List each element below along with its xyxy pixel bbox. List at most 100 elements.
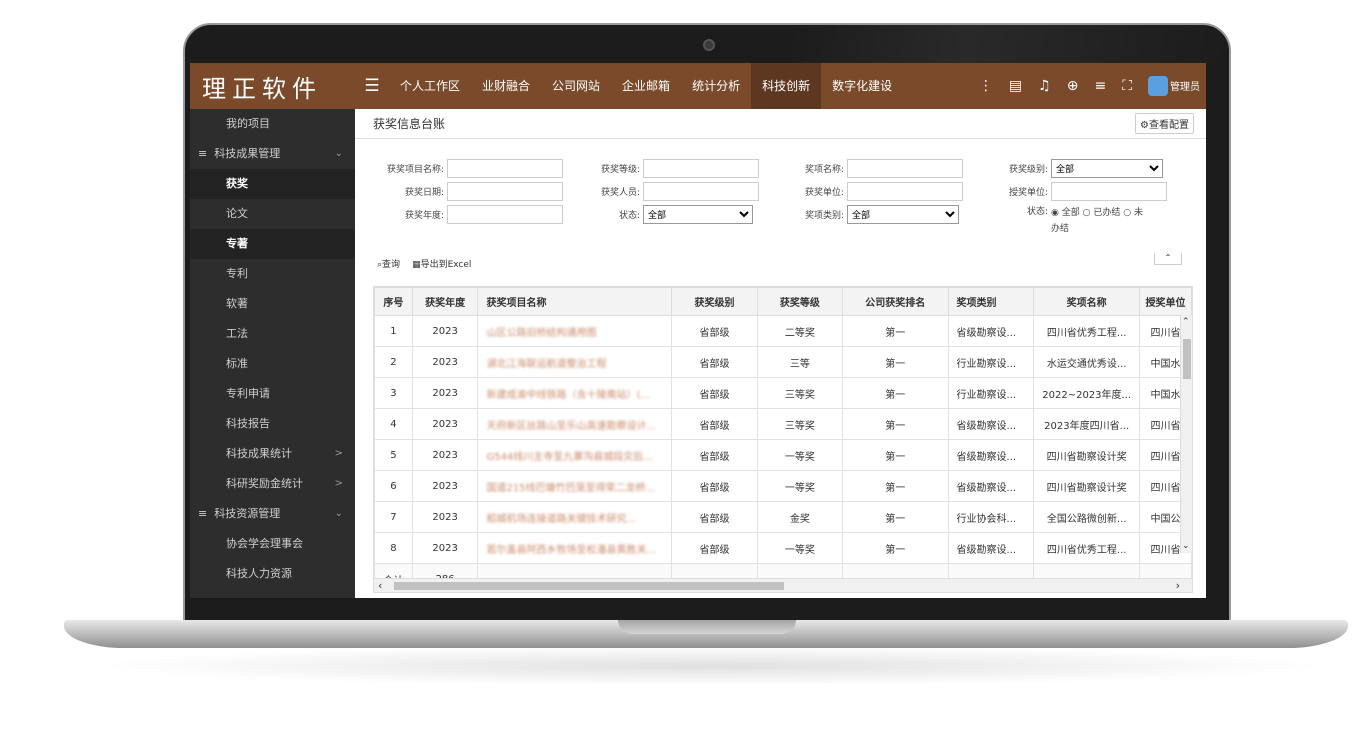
radio-done[interactable]: ○ 已办结 bbox=[1083, 208, 1121, 218]
radio-all[interactable]: ◉ 全部 bbox=[1051, 208, 1080, 218]
table-row[interactable]: 3 2023 新建成渝中线铁路（含十陵南站）(... 省部级 三等奖 第一 行业勘察设...… bbox=[374, 377, 1192, 409]
table-cell: 2023 bbox=[411, 470, 479, 502]
scroll-down-icon[interactable]: ⌄ bbox=[1182, 541, 1190, 551]
scroll-thumb[interactable] bbox=[394, 582, 784, 590]
award-year-input[interactable] bbox=[447, 205, 563, 224]
table-cell[interactable]: 国道215线巴塘竹巴笼至得荣二龙桥... bbox=[477, 470, 673, 502]
scroll-right-icon[interactable]: › bbox=[1176, 579, 1180, 592]
award-date-input[interactable] bbox=[447, 182, 563, 201]
table-cell: 省部级 bbox=[671, 346, 758, 378]
collapse-filters-button[interactable]: ⌃ bbox=[1154, 253, 1182, 265]
more-vertical-icon[interactable]: ⋮ bbox=[979, 78, 993, 94]
sidebar-item-achievement-stats[interactable]: 科技成果统计 > bbox=[190, 439, 355, 469]
table-cell: 省部级 bbox=[671, 408, 758, 440]
sidebar-item-monographs[interactable]: 专著 bbox=[190, 229, 355, 259]
table-cell[interactable]: 天府新区丝路山至乐山高速勘察设计... bbox=[477, 408, 673, 440]
table-row[interactable]: 5 2023 G544线川主寺至九寨沟县城段灾后... 省部级 一等奖 第一 省级勘察设..… bbox=[374, 439, 1192, 471]
table-row[interactable]: 6 2023 国道215线巴塘竹巴笼至得荣二龙桥... 省部级 一等奖 第一 省级勘察设..… bbox=[374, 470, 1192, 502]
award-category-select[interactable]: 全部 bbox=[847, 205, 959, 224]
table-cell[interactable]: 新建成渝中线铁路（含十陵南站）(... bbox=[477, 377, 673, 409]
table-row[interactable]: 7 2023 稻城机场连接道路关键技术研究... 省部级 金奖 第一 行业协会科... 全国公… bbox=[374, 501, 1192, 533]
column-header[interactable]: 公司获奖排名 bbox=[842, 287, 949, 316]
hamburger-icon[interactable]: ☰ bbox=[355, 76, 389, 96]
excel-icon: ▦ bbox=[412, 260, 421, 270]
horizontal-scrollbar[interactable]: ‹ › bbox=[374, 578, 1192, 592]
nav-item-mail[interactable]: 企业邮箱 bbox=[611, 63, 681, 109]
data-table: 序号 获奖年度 获奖项目名称 获奖级别 获奖等级 公司获奖排名 奖项类别 奖项名… bbox=[374, 287, 1192, 592]
project-name-input[interactable] bbox=[447, 159, 563, 178]
sidebar-group-achievements[interactable]: ≡ 科技成果管理 ⌄ bbox=[190, 139, 355, 169]
status-select[interactable]: 全部 bbox=[643, 205, 753, 224]
label: 获奖级别: bbox=[1008, 165, 1048, 175]
nav-item-finance[interactable]: 业财融合 bbox=[471, 63, 541, 109]
sidebar-item-standards[interactable]: 标准 bbox=[190, 349, 355, 379]
table-cell: 第一 bbox=[842, 501, 949, 533]
sidebar-group-label: 科技资源管理 bbox=[214, 507, 281, 520]
sidebar-item-software[interactable]: 软著 bbox=[190, 289, 355, 319]
table-row[interactable]: 1 2023 山区公路旧桥结构通用图 省部级 二等奖 第一 省级勘察设... 四川省优秀工程.… bbox=[374, 315, 1192, 347]
nav-item-stats[interactable]: 统计分析 bbox=[681, 63, 751, 109]
sidebar-item-reward-stats[interactable]: 科研奖励金统计 > bbox=[190, 469, 355, 499]
table-cell[interactable]: 稻城机场连接道路关键技术研究... bbox=[477, 501, 673, 533]
table-row[interactable]: 8 2023 若尔盖县阿西乡牧场至松潘县黄胜关... 省部级 一等奖 第一 省级勘察设...… bbox=[374, 532, 1192, 564]
sidebar-item-awards[interactable]: 获奖 bbox=[190, 169, 355, 199]
column-header[interactable]: 授奖单位 bbox=[1139, 287, 1192, 316]
sidebar-item-patents[interactable]: 专利 bbox=[190, 259, 355, 289]
sidebar-item-associations[interactable]: 协会学会理事会 bbox=[190, 529, 355, 559]
award-org-input[interactable] bbox=[847, 182, 963, 201]
sidebar-item-reports[interactable]: 科技报告 bbox=[190, 409, 355, 439]
scroll-left-icon[interactable]: ‹ bbox=[378, 579, 382, 592]
bell-icon[interactable]: ♫ bbox=[1038, 78, 1051, 94]
fullscreen-icon[interactable]: ⛶ bbox=[1122, 78, 1132, 94]
table-cell: 第一 bbox=[842, 315, 949, 347]
query-button[interactable]: ⌕查询 bbox=[377, 257, 400, 270]
table-cell[interactable]: 湖北江海联运航道整治工程 bbox=[477, 346, 673, 378]
column-header[interactable]: 获奖项目名称 bbox=[477, 287, 673, 316]
table-row[interactable]: 2 2023 湖北江海联运航道整治工程 省部级 三等 第一 行业勘察设... 水运交通优秀设.… bbox=[374, 346, 1192, 378]
column-header[interactable]: 序号 bbox=[374, 287, 413, 316]
column-header[interactable]: 奖项名称 bbox=[1033, 287, 1141, 316]
scroll-thumb[interactable] bbox=[1183, 339, 1191, 379]
table-row[interactable]: 4 2023 天府新区丝路山至乐山高速勘察设计... 省部级 三等奖 第一 省级勘察设...… bbox=[374, 408, 1192, 440]
nav-item-workspace[interactable]: 个人工作区 bbox=[389, 63, 471, 109]
award-level-input[interactable] bbox=[643, 159, 759, 178]
table-cell: 省级勘察设... bbox=[947, 408, 1035, 440]
sidebar-item-methods[interactable]: 工法 bbox=[190, 319, 355, 349]
table-cell: 四川省优秀工程... bbox=[1033, 532, 1141, 564]
nav-item-digital[interactable]: 数字化建设 bbox=[821, 63, 903, 109]
column-header[interactable]: 获奖年度 bbox=[411, 287, 479, 316]
grant-org-input[interactable] bbox=[1051, 182, 1167, 201]
sidebar-item-my-projects[interactable]: 我的项目 bbox=[190, 109, 355, 139]
column-header[interactable]: 奖项类别 bbox=[947, 287, 1035, 316]
view-config-button[interactable]: ⚙查看配置 bbox=[1135, 113, 1194, 134]
globe-icon[interactable]: ⊕ bbox=[1067, 78, 1079, 94]
user-menu[interactable]: 管理员 bbox=[1148, 76, 1200, 96]
export-excel-button[interactable]: ▦导出到Excel bbox=[412, 257, 471, 270]
scroll-up-icon[interactable]: ⌃ bbox=[1182, 317, 1190, 327]
winner-input[interactable] bbox=[643, 182, 759, 201]
nav-item-innovation[interactable]: 科技创新 bbox=[751, 63, 822, 109]
table-cell: 第一 bbox=[842, 346, 949, 378]
award-name-input[interactable] bbox=[847, 159, 963, 178]
filter-project-name: 获奖项目名称: bbox=[363, 159, 563, 178]
vertical-scrollbar[interactable]: ⌃ ⌄ bbox=[1180, 315, 1192, 553]
sidebar-item-papers[interactable]: 论文 bbox=[190, 199, 355, 229]
table-cell: 7 bbox=[374, 501, 413, 533]
sidebar-item-hr[interactable]: 科技人力资源 bbox=[190, 559, 355, 589]
table-cell: 第一 bbox=[842, 439, 949, 471]
table-cell: 三等 bbox=[756, 346, 844, 378]
nav-item-website[interactable]: 公司网站 bbox=[541, 63, 611, 109]
table-cell[interactable]: G544线川主寺至九寨沟县城段灾后... bbox=[477, 439, 673, 471]
document-icon[interactable]: ▤ bbox=[1009, 78, 1022, 94]
list-icon[interactable]: ≡ bbox=[1094, 78, 1106, 94]
table-cell[interactable]: 山区公路旧桥结构通用图 bbox=[477, 315, 673, 347]
table-cell[interactable]: 若尔盖县阿西乡牧场至松潘县黄胜关... bbox=[477, 532, 673, 564]
sidebar-item-patent-apply[interactable]: 专利申请 bbox=[190, 379, 355, 409]
column-header[interactable]: 获奖等级 bbox=[756, 287, 844, 316]
award-grade-select[interactable]: 全部 bbox=[1051, 159, 1163, 178]
label: 获奖日期: bbox=[404, 188, 444, 198]
table-cell: 2023 bbox=[411, 532, 479, 564]
lid-reflection bbox=[790, 25, 1230, 65]
column-header[interactable]: 获奖级别 bbox=[671, 287, 758, 316]
sidebar-group-resources[interactable]: ≡ 科技资源管理 ⌄ bbox=[190, 499, 355, 529]
